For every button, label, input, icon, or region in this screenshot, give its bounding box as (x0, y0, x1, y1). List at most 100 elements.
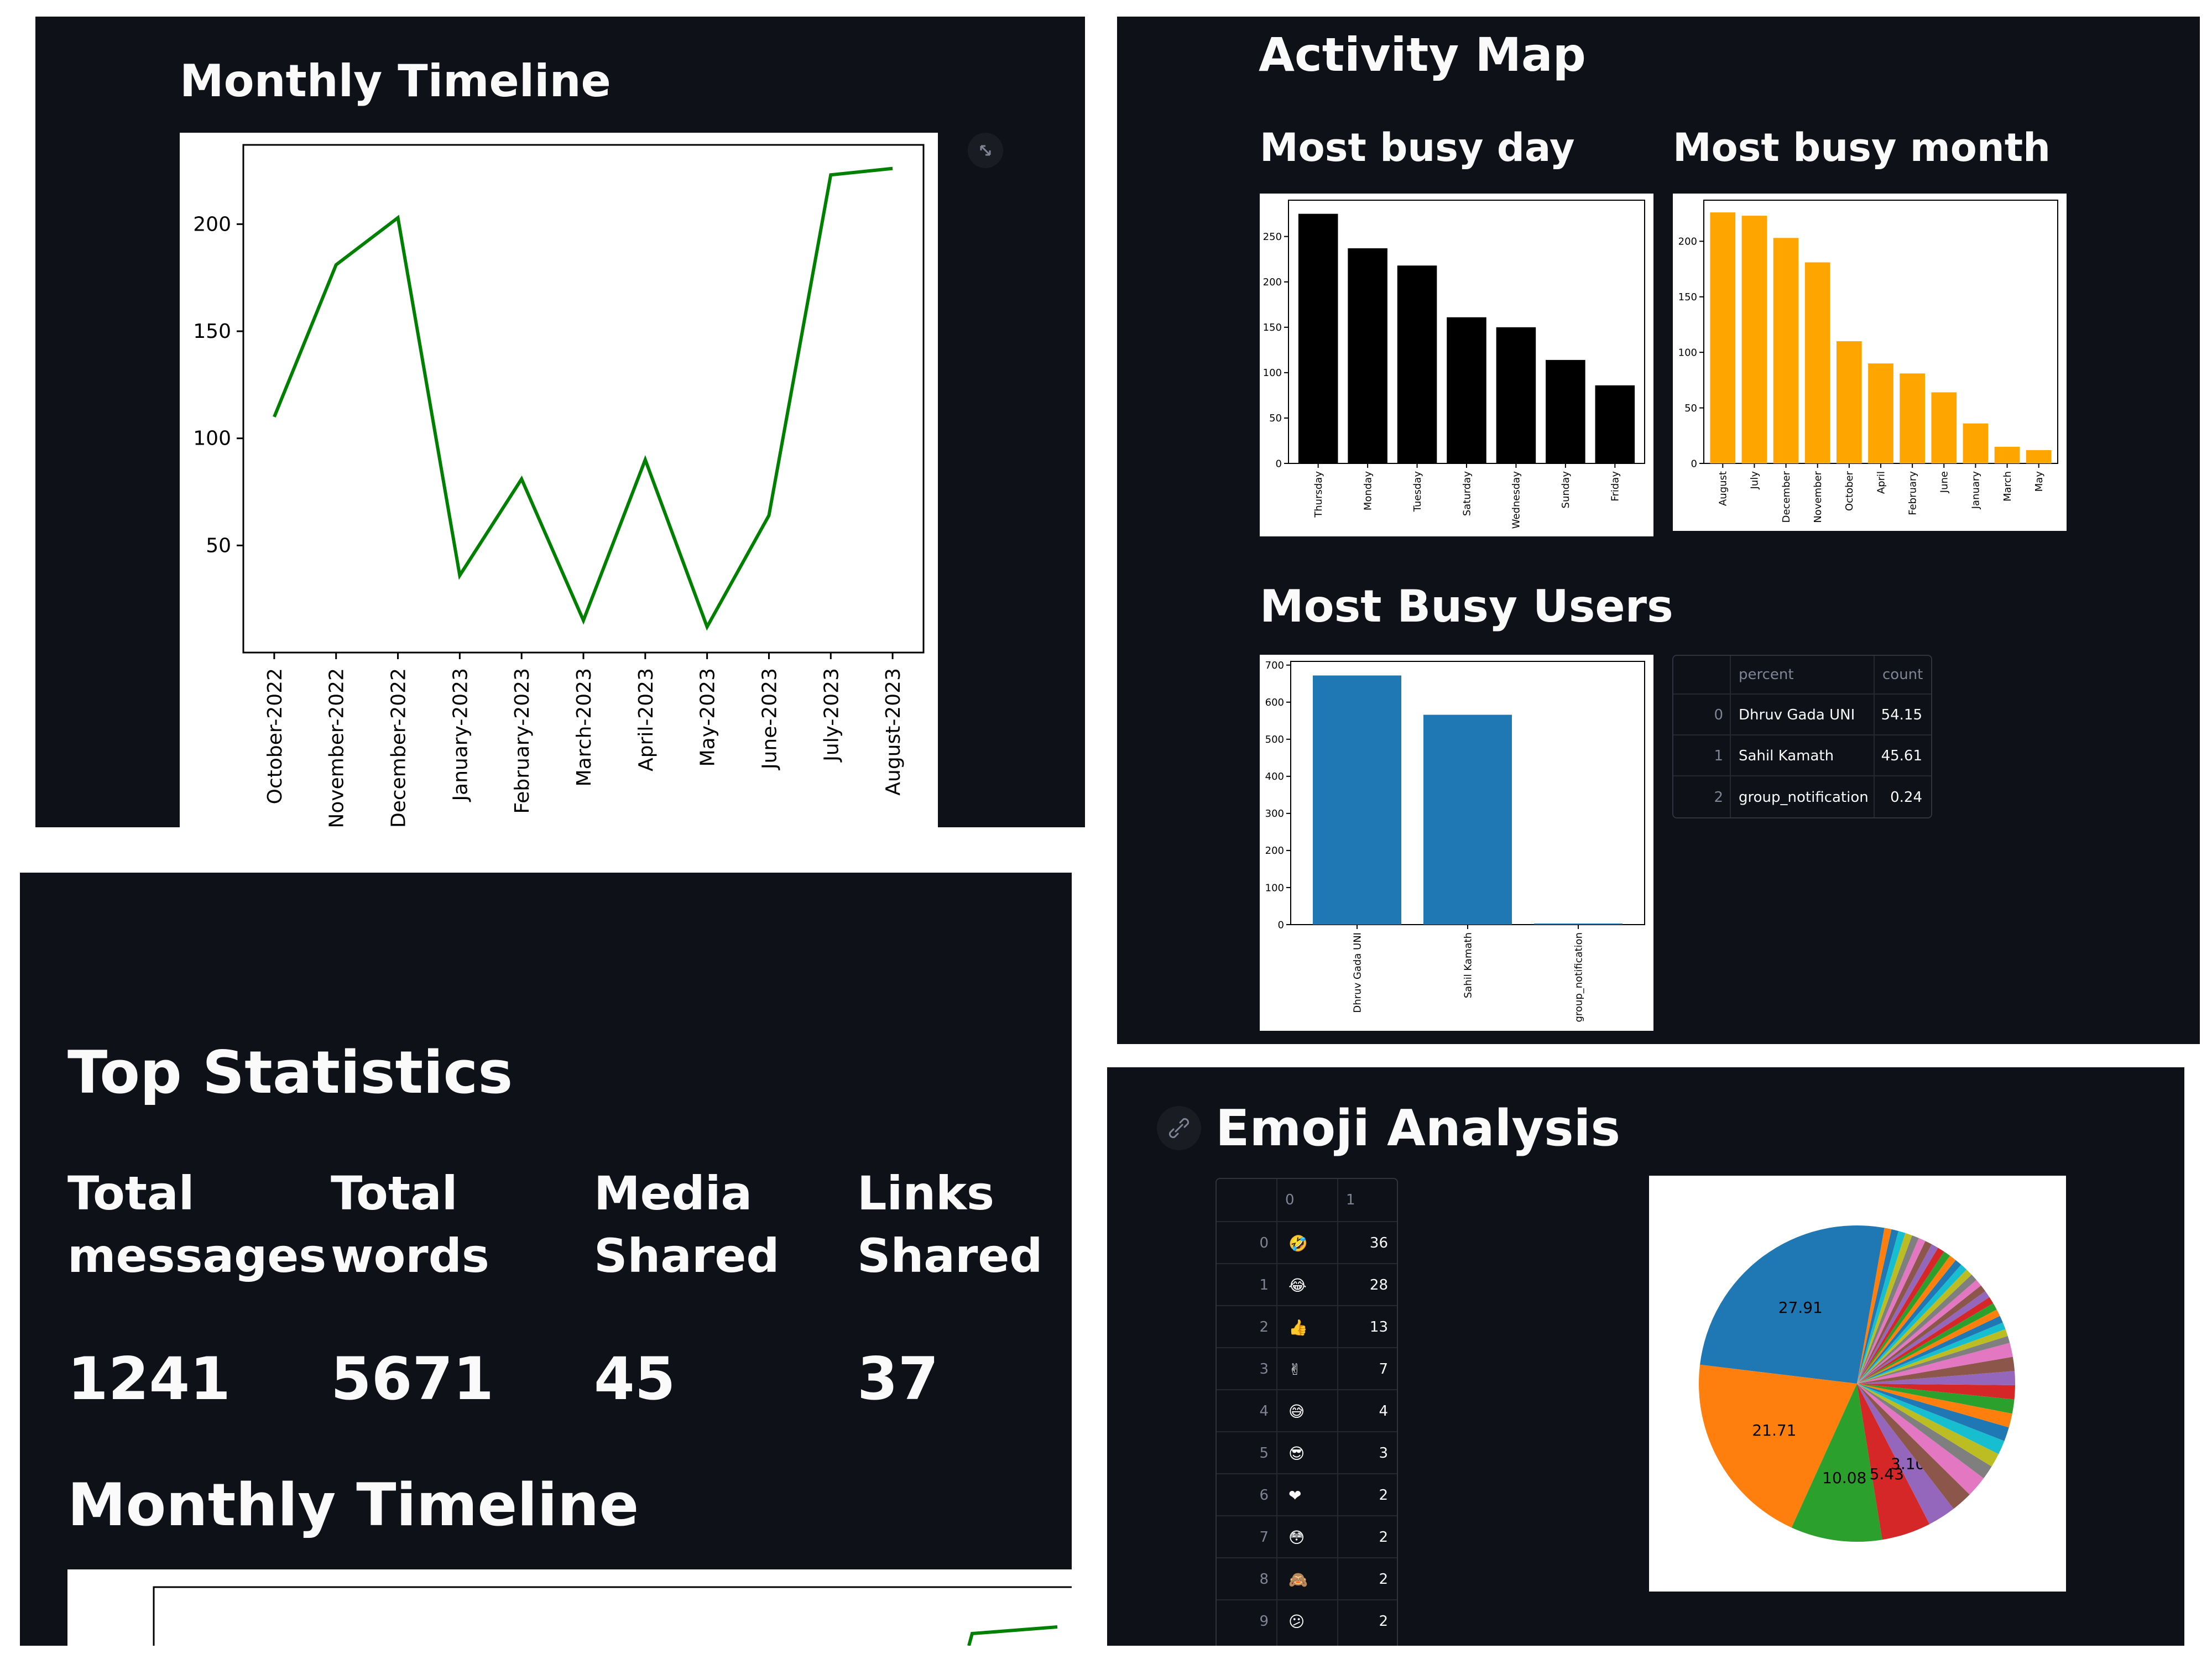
monthly-timeline-plot-cropped (67, 1569, 1072, 1646)
stat-label-line: Shared (594, 1229, 780, 1283)
table-row: 0 🤣 36 (1217, 1221, 1397, 1264)
x-tick-label: July-2023 (820, 668, 843, 763)
stat-label-line: Total (67, 1166, 195, 1220)
table-row: 3 ✌ 7 (1217, 1347, 1397, 1390)
y-tick-label: 50 (206, 534, 231, 557)
link-icon[interactable] (1157, 1106, 1201, 1150)
table-divider (1337, 1179, 1338, 1646)
row-index: 4 (1259, 1403, 1269, 1420)
table-row: 1 Sahil Kamath 45.61 (1673, 734, 1931, 776)
most-busy-users-plot: 0 100 200 300 400 500 600 700 Dhruv Gada UNI Sahi… (1260, 655, 1653, 1031)
emoji-cell: 😳 (1288, 1528, 1305, 1547)
y-tick-label: 200 (1263, 276, 1282, 288)
x-tick-label: Tuesday (1412, 471, 1423, 513)
x-tick-label: December (1781, 471, 1792, 523)
stat-value-total-words: 5671 (331, 1345, 494, 1413)
stat-label-line: Shared (857, 1229, 1043, 1283)
user-name-cell: Dhruv Gada UNI (1739, 707, 1855, 723)
y-tick-label: 250 (1263, 231, 1282, 243)
x-tick-label: group_notification (1573, 932, 1584, 1022)
row-index: 1 (1259, 1277, 1269, 1293)
bar (1423, 714, 1512, 925)
x-tick-label: April (1875, 471, 1887, 494)
bar (1546, 359, 1585, 463)
count-cell: 4 (1379, 1403, 1388, 1420)
count-cell: 13 (1369, 1319, 1388, 1335)
stat-label-total-words: Total words (331, 1162, 489, 1287)
y-tick-label: 100 (1265, 882, 1284, 894)
emoji-cell: 👍 (1288, 1318, 1308, 1337)
column-header-0[interactable]: 0 (1277, 1179, 1338, 1221)
column-header-percent[interactable]: percent (1731, 656, 1875, 693)
y-tick-label: 200 (1265, 845, 1284, 857)
bar (1348, 248, 1387, 463)
table-divider (1730, 656, 1731, 817)
x-tick-label: December-2022 (388, 668, 410, 827)
column-header-count[interactable]: count (1875, 656, 1931, 693)
emoji-pie-chart: 27.9121.7110.08 5.433.10 (1699, 1225, 2015, 1542)
x-tick-label: Monday (1362, 471, 1374, 510)
row-index: 2 (1259, 1319, 1269, 1335)
row-index: 0 (1259, 1235, 1269, 1251)
y-tick-label: 200 (193, 213, 231, 236)
emoji-table[interactable]: 0 1 0 🤣 36 1 😂 28 2 👍 13 3 ✌ 7 4 😅 4 5 😎 3 6 ❤ 2 7 😳 2 8 🙈 2 9 😕 2 (1215, 1178, 1398, 1646)
x-tick-label: November (1812, 471, 1824, 523)
bar (1534, 923, 1623, 925)
row-index: 2 (1714, 789, 1723, 806)
column-header-1[interactable]: 1 (1338, 1179, 1397, 1221)
monthly-timeline-title: Monthly Timeline (180, 55, 611, 107)
y-tick-label: 600 (1265, 697, 1284, 708)
value-cell: 0.24 (1890, 789, 1922, 806)
stat-value-total-messages: 1241 (67, 1345, 231, 1413)
row-index: 5 (1259, 1445, 1269, 1462)
most-busy-month-title: Most busy month (1673, 125, 2051, 170)
row-index: 9 (1259, 1613, 1269, 1630)
monthly-timeline-title-2: Monthly Timeline (67, 1471, 639, 1539)
emoji-cell: 😕 (1288, 1612, 1305, 1631)
count-cell: 2 (1379, 1529, 1388, 1546)
count-cell: 2 (1379, 1487, 1388, 1504)
most-busy-day-chart: 0 50 100 150 200 250 Thursday Monday Tuesday Satu… (1263, 200, 1645, 529)
emoji-cell: 😂 (1288, 1276, 1307, 1295)
x-tick-label: August-2023 (882, 668, 905, 796)
table-row: 6 ❤ 2 (1217, 1473, 1397, 1516)
emoji-cell: 😅 (1288, 1402, 1305, 1421)
bar (1900, 373, 1925, 463)
x-tick-label: May (2033, 471, 2045, 492)
y-tick-label: 500 (1265, 734, 1284, 745)
stat-label-line: messages (67, 1229, 327, 1283)
row-index: 7 (1259, 1529, 1269, 1546)
count-cell: 7 (1379, 1361, 1388, 1378)
row-index: 0 (1714, 707, 1723, 723)
table-row: 8 🙈 2 (1217, 1557, 1397, 1600)
bar (1773, 238, 1799, 463)
x-tick-label: October (1844, 471, 1855, 511)
bar (1931, 392, 1957, 463)
stat-label-line: words (331, 1229, 489, 1283)
fullscreen-expand-icon[interactable] (968, 133, 1003, 168)
emoji-table-header: 0 1 (1217, 1179, 1397, 1221)
table-row: 9 😕 2 (1217, 1599, 1397, 1642)
stat-label-line: Media (594, 1166, 753, 1220)
bar (2026, 450, 2052, 463)
stat-value-media-shared: 45 (594, 1345, 676, 1413)
user-name-cell: group_notification (1739, 789, 1869, 806)
count-cell: 3 (1379, 1445, 1388, 1462)
table-divider (1276, 1179, 1277, 1646)
emoji-analysis-panel: Emoji Analysis 0 1 0 🤣 36 1 😂 28 2 👍 13 3 ✌ 7 4 😅 4 5 😎 3… (1107, 1067, 2184, 1646)
most-busy-users-title: Most Busy Users (1260, 581, 1673, 632)
x-tick-label: February-2023 (511, 668, 534, 814)
x-tick-label: May-2023 (697, 668, 719, 766)
bar (1837, 341, 1862, 463)
stat-label-links-shared: Links Shared (857, 1162, 1043, 1287)
x-tick-label: Wednesday (1511, 471, 1522, 529)
y-tick-label: 100 (1263, 367, 1282, 379)
top-statistics-title: Top Statistics (67, 1039, 513, 1107)
y-tick-label: 150 (193, 320, 231, 343)
count-cell: 36 (1369, 1235, 1388, 1251)
most-busy-month-plot: 0 50 100 150 200 August July December November Oc… (1673, 194, 2067, 531)
stat-label-line: Total (331, 1166, 458, 1220)
value-cell: 45.61 (1881, 748, 1922, 764)
x-tick-label: November-2022 (326, 668, 348, 827)
busy-users-table[interactable]: percent count 0 Dhruv Gada UNI 54.15 1 S… (1672, 655, 1932, 818)
